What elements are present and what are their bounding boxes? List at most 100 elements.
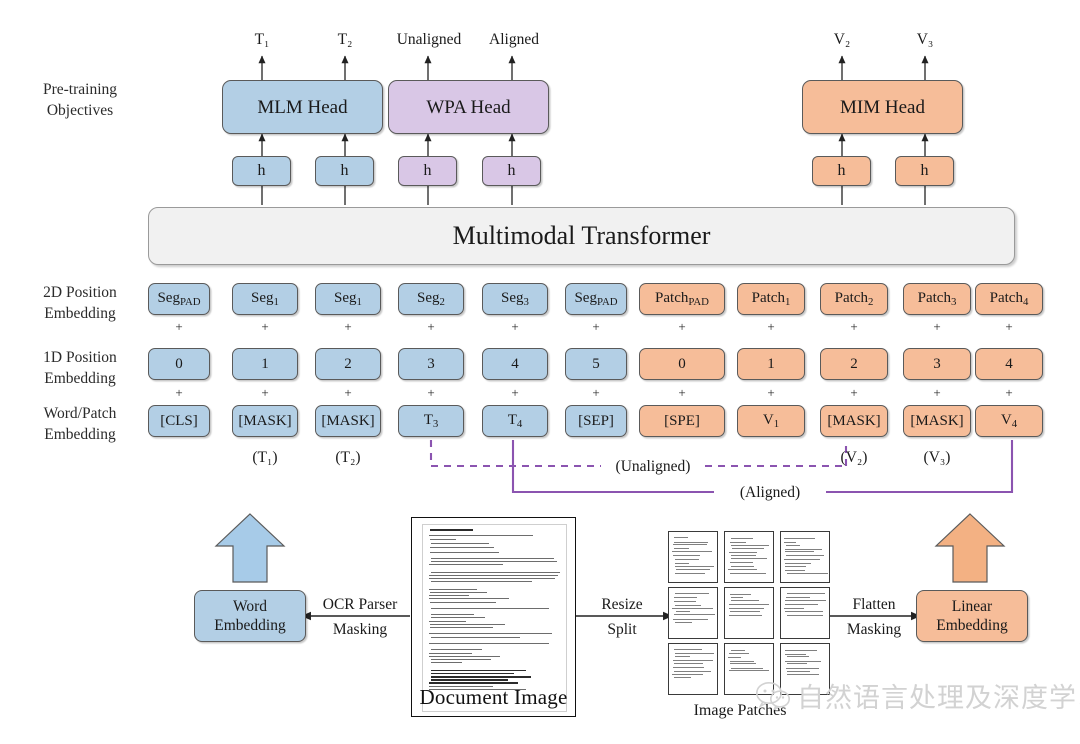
document-text-line [431, 543, 489, 545]
patch-text-line [673, 618, 709, 620]
plus-symbol: + [1005, 319, 1013, 334]
patch-text-line [730, 561, 753, 563]
segment-embedding-box[interactable]: Seg2 [398, 283, 464, 315]
patch-text-line [785, 597, 810, 599]
patch-text-line [728, 670, 769, 672]
token-embedding-box[interactable]: T3 [398, 405, 464, 437]
patch-text-line [674, 562, 689, 564]
position-embedding-box[interactable]: 3 [398, 348, 464, 380]
document-text-line [430, 529, 474, 531]
hidden-state-box[interactable]: h [315, 156, 374, 186]
document-image-thumbnail: Document Image [411, 517, 576, 717]
document-text-line [428, 588, 478, 590]
token-embedding-box[interactable]: T4 [482, 405, 548, 437]
hidden-state-box[interactable]: h [812, 156, 871, 186]
plus-symbol: + [511, 385, 519, 400]
patch-text-line [729, 604, 769, 606]
masked-token-annotation: (T₁) [252, 449, 278, 466]
patch-text-line [673, 541, 708, 543]
position-embedding-box[interactable]: 1 [232, 348, 298, 380]
output-label-t1: T₁ [254, 31, 270, 48]
position-embedding-box[interactable]: 2 [315, 348, 381, 380]
token-embedding-box[interactable]: [MASK] [820, 405, 888, 437]
position-embedding-box[interactable]: 3 [903, 348, 971, 380]
patch-text-line [784, 569, 805, 571]
document-text-line [429, 574, 559, 576]
patch-text-line [672, 551, 713, 553]
multimodal-transformer[interactable]: Multimodal Transformer [148, 207, 1015, 265]
document-text-line [431, 571, 561, 573]
patch-embedding-box[interactable]: PatchPAD [639, 283, 725, 315]
patch-text-line [730, 554, 756, 556]
token-embedding-box[interactable]: [MASK] [315, 405, 381, 437]
position-embedding-box[interactable]: 5 [565, 348, 627, 380]
patch-text-line [729, 607, 765, 609]
position-embedding-box[interactable]: 0 [639, 348, 725, 380]
image-patch [724, 531, 774, 583]
token-embedding-box[interactable]: [SEP] [565, 405, 627, 437]
token-embedding-box[interactable]: V4 [975, 405, 1043, 437]
patch-text-line [728, 552, 757, 554]
document-text-line [430, 547, 494, 549]
masked-token-annotation: (V₂) [840, 449, 868, 466]
plus-symbol: + [933, 385, 941, 400]
patch-embedding-box[interactable]: Patch4 [975, 283, 1043, 315]
document-text-line [430, 623, 505, 625]
output-label-unaligned: Unaligned [396, 31, 462, 48]
segment-embedding-box[interactable]: Seg3 [482, 283, 548, 315]
position-embedding-box[interactable]: 2 [820, 348, 888, 380]
hidden-state-box[interactable]: h [895, 156, 954, 186]
document-text-line [430, 649, 483, 651]
token-embedding-box[interactable]: [SPE] [639, 405, 725, 437]
patch-text-line [730, 667, 763, 669]
patch-text-line [728, 656, 741, 658]
document-text-line [428, 595, 469, 597]
document-text-line [428, 655, 501, 657]
position-embedding-box[interactable]: 4 [975, 348, 1043, 380]
hidden-state-box[interactable]: h [232, 156, 291, 186]
token-embedding-box[interactable]: [CLS] [148, 405, 210, 437]
patch-text-line [674, 604, 702, 606]
mlm-head[interactable]: MLM Head [222, 80, 383, 134]
document-text-line [429, 627, 494, 629]
plus-symbol: + [592, 319, 600, 334]
token-embedding-box[interactable]: V1 [737, 405, 805, 437]
hidden-state-box[interactable]: h [482, 156, 541, 186]
patch-text-line [729, 615, 762, 617]
position-embedding-box[interactable]: 0 [148, 348, 210, 380]
wpa-head[interactable]: WPA Head [388, 80, 549, 134]
word-embedding-box[interactable]: Word Embedding [194, 590, 306, 642]
patch-embedding-box[interactable]: Patch1 [737, 283, 805, 315]
segment-embedding-box[interactable]: SegPAD [148, 283, 210, 315]
flatten-label: Flatten [852, 596, 896, 613]
segment-embedding-box[interactable]: Seg1 [315, 283, 381, 315]
plus-symbol: + [592, 385, 600, 400]
patch-text-line [786, 545, 800, 547]
ocr-parser-label: OCR Parser [322, 596, 398, 613]
hidden-state-box[interactable]: h [398, 156, 457, 186]
mim-head[interactable]: MIM Head [802, 80, 963, 134]
patch-text-line [675, 568, 710, 570]
token-embedding-box[interactable]: [MASK] [903, 405, 971, 437]
document-text-line [430, 617, 486, 619]
plus-symbol: + [767, 385, 775, 400]
patch-text-line [729, 611, 761, 613]
patch-text-line [785, 611, 824, 613]
document-text-line [430, 669, 526, 672]
document-text-line [430, 557, 555, 559]
position-embedding-box[interactable]: 4 [482, 348, 548, 380]
linear-embedding-box[interactable]: Linear Embedding [916, 590, 1028, 642]
patch-text-line [731, 537, 754, 539]
aligned-line-label: (Aligned) [735, 485, 805, 501]
position-embedding-box[interactable]: 1 [737, 348, 805, 380]
segment-embedding-box[interactable]: SegPAD [565, 283, 627, 315]
patch-embedding-box[interactable]: Patch3 [903, 283, 971, 315]
up-arrow-image [934, 513, 1006, 583]
plus-symbol: + [850, 385, 858, 400]
token-embedding-box[interactable]: [MASK] [232, 405, 298, 437]
patch-embedding-box[interactable]: Patch2 [820, 283, 888, 315]
document-text-lines [423, 525, 566, 711]
segment-embedding-box[interactable]: Seg1 [232, 283, 298, 315]
plus-symbol: + [427, 385, 435, 400]
document-text-line [428, 564, 504, 566]
